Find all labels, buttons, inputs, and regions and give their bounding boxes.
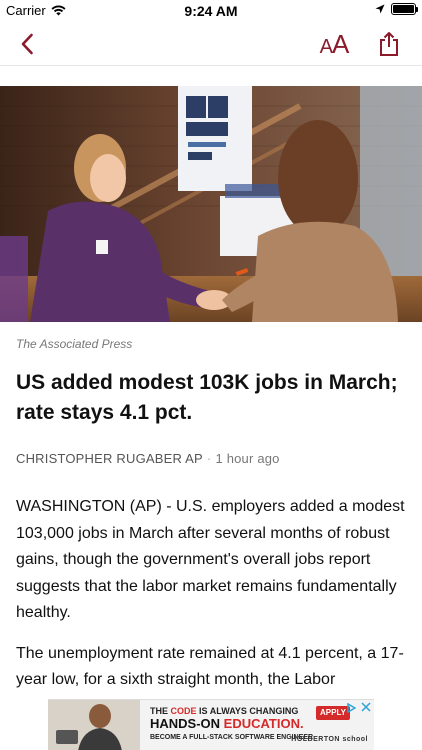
ad-brand-logo: HOLBERTON school [291, 736, 368, 743]
article-paragraph: The unemployment rate remained at 4.1 pe… [16, 644, 404, 689]
battery-icon [391, 3, 418, 15]
author-name[interactable]: CHRISTOPHER RUGABER AP [16, 451, 203, 466]
nav-bar: AA [0, 22, 422, 66]
article-headline: US added modest 103K jobs in March; rate… [16, 371, 398, 424]
ad-subline: BECOME A FULL-STACK SOFTWARE ENGINEER [150, 734, 314, 741]
font-size-icon: AA [319, 28, 350, 59]
publish-time: 1 hour ago [215, 451, 280, 466]
ad-banner[interactable]: THE CODE IS ALWAYS CHANGING HANDS-ON EDU… [48, 699, 374, 750]
ad-headline: HANDS-ON EDUCATION. [150, 716, 304, 731]
ad-tagline: THE CODE IS ALWAYS CHANGING [150, 706, 299, 716]
status-right [375, 3, 418, 15]
status-time: 9:24 AM [184, 3, 238, 19]
share-button[interactable] [372, 28, 406, 60]
ad-choices-icon[interactable] [344, 701, 358, 715]
ad-close-icon[interactable] [360, 701, 372, 713]
font-size-button[interactable]: AA [314, 28, 354, 60]
hero-photo [0, 86, 422, 322]
article-body: WASHINGTON (AP) - U.S. employers added a… [16, 494, 408, 708]
location-arrow-icon [375, 4, 385, 14]
ad-image [48, 700, 140, 750]
back-button[interactable] [10, 28, 44, 60]
article-screen: Carrier 9:24 AM AA The Associated Press … [0, 0, 422, 750]
article-byline: CHRISTOPHER RUGABER AP · 1 hour ago [16, 451, 280, 466]
byline-separator: · [206, 451, 212, 466]
share-icon [380, 32, 398, 56]
status-bar: Carrier 9:24 AM [0, 0, 422, 22]
chevron-left-icon [21, 33, 33, 55]
article-hero-image[interactable] [0, 86, 422, 322]
article-paragraph: WASHINGTON (AP) - U.S. employers added a… [16, 498, 405, 621]
image-credit: The Associated Press [16, 337, 133, 351]
